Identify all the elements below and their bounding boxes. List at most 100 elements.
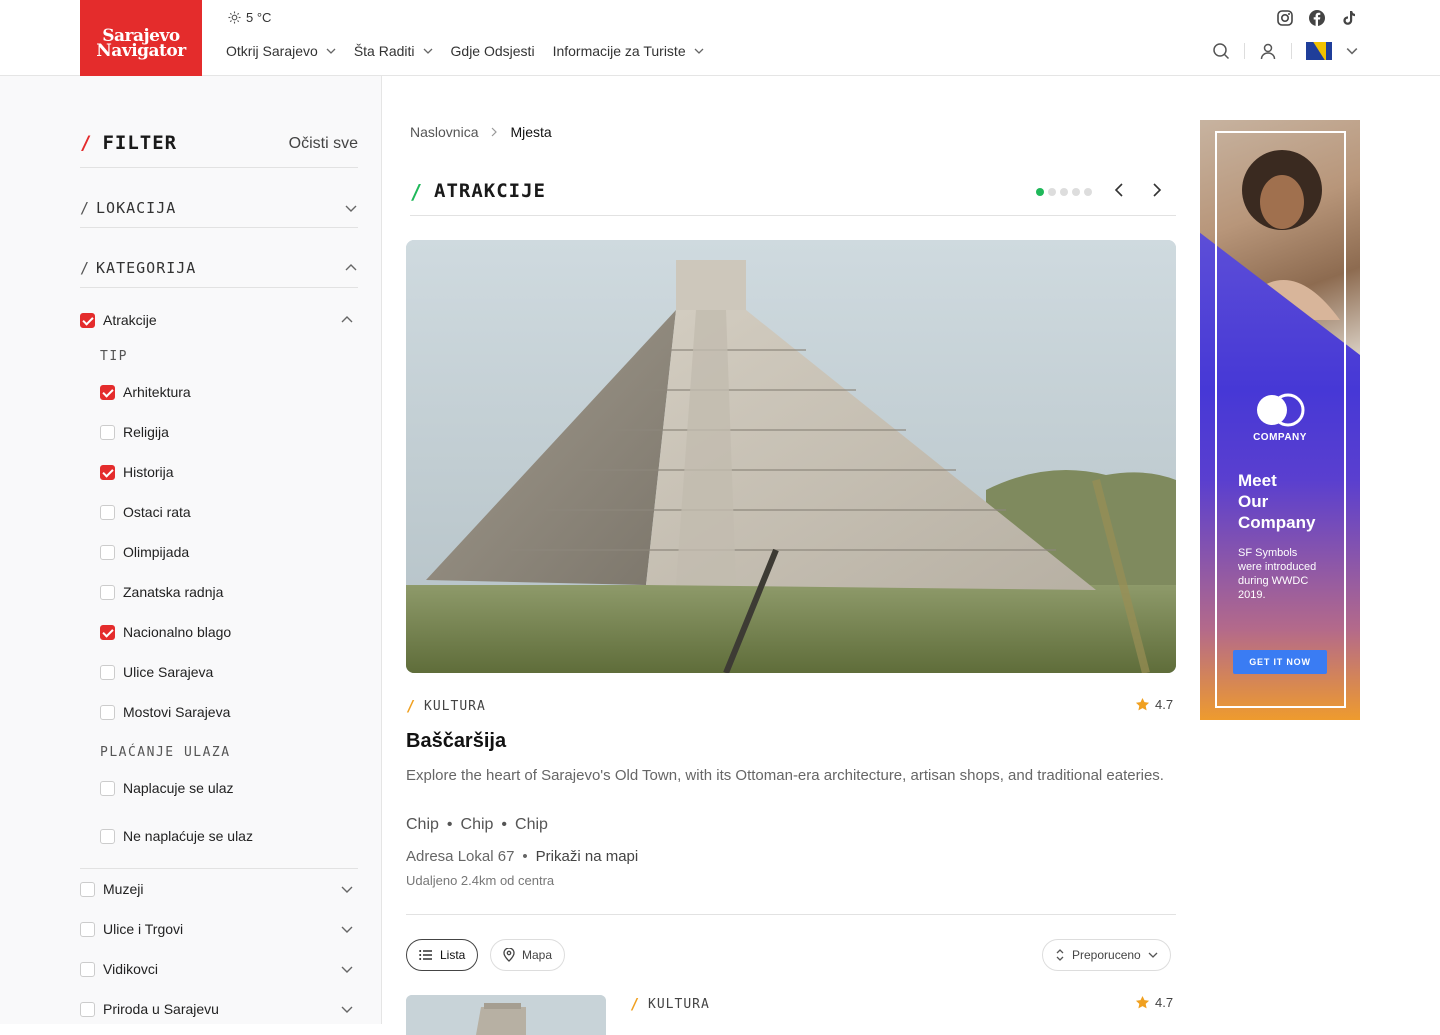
filter-option-mostovi-sarajeva[interactable]: Mostovi Sarajeva — [100, 704, 230, 720]
checkbox[interactable] — [100, 780, 115, 796]
chip-separator: • — [501, 816, 508, 833]
category-atrakcije[interactable]: Atrakcije — [80, 312, 157, 328]
chevron-right-icon[interactable] — [1150, 182, 1164, 198]
ad-logo: COMPANY — [1200, 392, 1360, 443]
chevron-up-icon[interactable] — [340, 313, 354, 327]
nav-label: Gdje Odsjesti — [450, 43, 535, 59]
checkbox[interactable] — [80, 921, 95, 937]
category-vidikovci[interactable]: Vidikovci — [80, 961, 158, 977]
carousel-dot[interactable] — [1036, 188, 1044, 196]
chevron-left-icon[interactable] — [1112, 182, 1126, 198]
filter-option-ostaci-rata[interactable]: Ostaci rata — [100, 504, 191, 520]
list-view-button[interactable]: Lista — [406, 939, 479, 971]
instagram-icon[interactable] — [1276, 9, 1294, 27]
chevron-down-icon[interactable] — [340, 922, 354, 936]
chip-separator: • — [446, 816, 453, 833]
chevron-down-icon[interactable] — [1346, 45, 1358, 57]
divider — [406, 914, 1176, 915]
checkbox[interactable] — [100, 828, 115, 844]
chevron-up-icon — [345, 263, 357, 270]
filter-title: / FILTER — [80, 132, 178, 154]
filter-option-religija[interactable]: Religija — [100, 424, 169, 440]
show-on-map-link[interactable]: Prikaži na mapi — [536, 848, 639, 865]
section-header: / ATRAKCIJE — [410, 180, 1176, 216]
chip[interactable]: Chip — [461, 816, 494, 834]
section-title: ATRAKCIJE — [434, 180, 546, 202]
list-view-label: Lista — [440, 948, 466, 962]
chip[interactable]: Chip — [515, 816, 548, 834]
carousel-dot[interactable] — [1060, 188, 1068, 196]
breadcrumb-current: Mjesta — [510, 124, 552, 140]
carousel-dot[interactable] — [1048, 188, 1056, 196]
category-priroda[interactable]: Priroda u Sarajevu — [80, 1001, 219, 1017]
category-label: Muzeji — [103, 881, 144, 897]
chevron-down-icon — [694, 48, 704, 54]
checkbox[interactable] — [100, 464, 115, 480]
tiktok-icon[interactable] — [1340, 9, 1358, 27]
breadcrumb-home[interactable]: Naslovnica — [410, 124, 478, 140]
site-logo[interactable]: Sarajevo Navigator — [80, 0, 202, 92]
chevron-down-icon[interactable] — [340, 1002, 354, 1016]
carousel-dots — [1036, 188, 1092, 196]
chevron-down-icon — [1148, 952, 1158, 958]
checkbox[interactable] — [80, 312, 95, 328]
checkbox[interactable] — [100, 384, 115, 400]
category-ulice-i-trgovi[interactable]: Ulice i Trgovi — [80, 921, 183, 937]
checkbox[interactable] — [80, 961, 95, 977]
checkbox[interactable] — [80, 881, 95, 897]
facebook-icon[interactable] — [1308, 9, 1326, 27]
checkbox[interactable] — [80, 1001, 95, 1017]
checkbox[interactable] — [100, 504, 115, 520]
checkbox[interactable] — [100, 544, 115, 560]
option-label: Naplacuje se ulaz — [123, 780, 234, 796]
category-muzeji[interactable]: Muzeji — [80, 881, 143, 897]
filter-option-arhitektura[interactable]: Arhitektura — [100, 384, 191, 400]
placanje-label: PLAĆANJE ULAZA — [100, 745, 231, 760]
checkbox[interactable] — [100, 664, 115, 680]
checkbox[interactable] — [100, 424, 115, 440]
sort-dropdown[interactable]: Preporuceno — [1042, 939, 1171, 971]
carousel-dot[interactable] — [1072, 188, 1080, 196]
filter-option-naplacuje[interactable]: Naplacuje se ulaz — [100, 780, 234, 796]
carousel-arrows — [1112, 182, 1164, 198]
checkbox[interactable] — [100, 624, 115, 640]
filter-option-ne-naplacuje[interactable]: Ne naplaćuje se ulaz — [100, 828, 253, 844]
ad-cta-button[interactable]: GET IT NOW — [1233, 650, 1327, 674]
filter-option-zanatska-radnja[interactable]: Zanatska radnja — [100, 584, 223, 600]
checkbox[interactable] — [100, 584, 115, 600]
map-view-button[interactable]: Mapa — [490, 939, 566, 971]
list-item-thumbnail[interactable] — [406, 995, 606, 1035]
option-label: Olimpijada — [123, 544, 190, 560]
section-lokacija[interactable]: / LOKACIJA — [80, 188, 358, 228]
filter-option-ulice-sarajeva[interactable]: Ulice Sarajeva — [100, 664, 213, 680]
user-icon[interactable] — [1259, 42, 1277, 60]
section-kategorija[interactable]: / KATEGORIJA — [80, 248, 358, 288]
rating-value: 4.7 — [1155, 995, 1174, 1010]
search-icon[interactable] — [1212, 42, 1230, 60]
chevron-down-icon[interactable] — [340, 882, 354, 896]
ad-headline: Meet Our Company — [1238, 471, 1316, 532]
filter-option-olimpijada[interactable]: Olimpijada — [100, 544, 189, 560]
featured-image[interactable] — [406, 240, 1176, 673]
bosnia-flag-icon[interactable] — [1306, 42, 1332, 60]
advertisement-banner[interactable]: COMPANY Meet Our Company SF Symbols were i… — [1200, 120, 1360, 720]
checkbox[interactable] — [100, 704, 115, 720]
option-label: Ostaci rata — [123, 504, 191, 520]
chip[interactable]: Chip — [406, 816, 439, 834]
nav-gdje-odsjesti[interactable]: Gdje Odsjesti — [451, 43, 535, 59]
tip-label: TIP — [100, 349, 128, 364]
nav-informacije-za-turiste[interactable]: Informacije za Turiste — [553, 43, 704, 59]
place-description: Explore the heart of Sarajevo's Old Town… — [406, 767, 1164, 784]
clear-all-button[interactable]: Očisti sve — [289, 135, 358, 153]
section-label: / KATEGORIJA — [80, 258, 197, 277]
carousel-dot[interactable] — [1084, 188, 1092, 196]
place-title[interactable]: Baščaršija — [406, 730, 506, 753]
category-label: Vidikovci — [103, 961, 158, 977]
filter-option-historija[interactable]: Historija — [100, 464, 174, 480]
company-logo-icon — [1257, 393, 1305, 427]
pyramid-photo — [406, 240, 1176, 673]
chevron-down-icon[interactable] — [340, 962, 354, 976]
nav-otkrij-sarajevo[interactable]: Otkrij Sarajevo — [226, 43, 336, 59]
nav-sta-raditi[interactable]: Šta Raditi — [354, 43, 433, 59]
filter-option-nacionalno-blago[interactable]: Nacionalno blago — [100, 624, 231, 640]
